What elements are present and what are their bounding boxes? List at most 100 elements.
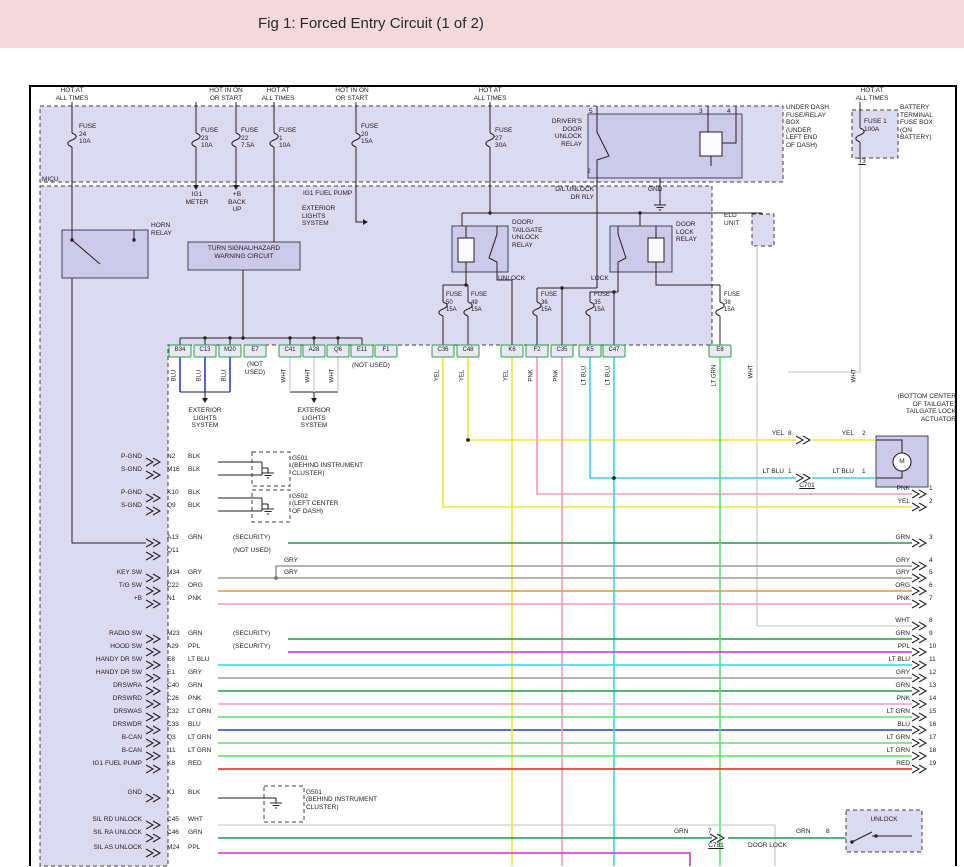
ground-icon xyxy=(270,798,282,808)
fuse-label: FUSE 22 7.5A xyxy=(241,127,258,150)
fuse-label: FUSE 35 15A xyxy=(594,292,610,315)
pin-id: M34 xyxy=(167,569,180,577)
row-label: RADIO SW xyxy=(54,630,142,638)
ground-location: (BEHIND INSTRUMENT CLUSTER) xyxy=(292,462,368,477)
exterior-lights-label: EXTERIOR LIGHTS SYSTEM xyxy=(302,205,344,228)
row-label: SIL AS UNLOCK xyxy=(54,844,142,852)
wire-color-label: LT BLU xyxy=(814,468,854,476)
edge-pin-number: 10 xyxy=(929,643,936,651)
edge-pin-number: 18 xyxy=(929,747,936,755)
ground-icon xyxy=(262,468,274,478)
relay-pin-number: 2 xyxy=(587,168,591,176)
edge-pin-number: 5 xyxy=(929,569,933,577)
fuse-label: FUSE 20 15A xyxy=(361,123,378,146)
edge-pin-number: 4 xyxy=(929,557,933,565)
row-label: SIL RD UNLOCK xyxy=(54,816,142,824)
wire-color-label: PNK xyxy=(870,695,910,703)
row-label: S-GND xyxy=(54,466,142,474)
wire-color-label: WHT xyxy=(282,356,289,396)
wire-color-label: GRY xyxy=(284,569,298,577)
pin-id: C32 xyxy=(167,708,179,716)
row-note: (SECURITY) xyxy=(233,630,270,638)
g502-box xyxy=(252,490,290,522)
wire-color-label: BLK xyxy=(188,453,200,461)
ig1-meter-label: IG1 METER xyxy=(184,191,210,206)
pin-id: E1 xyxy=(167,669,175,677)
fuse-label: FUSE 27 30A xyxy=(495,127,512,150)
lock-bus-label: LOCK xyxy=(591,275,609,283)
fuse-label: FUSE 1 10A xyxy=(279,127,296,150)
row-note: (SECURITY) xyxy=(233,643,270,651)
wire-color-label: WHT xyxy=(330,356,337,396)
row-label: GND xyxy=(54,789,142,797)
row-label: P-GND xyxy=(54,453,142,461)
wire-color-label: LT BLU xyxy=(744,468,784,476)
wire-color-label: GRN xyxy=(188,829,202,837)
t3-label: T3 xyxy=(856,158,868,166)
wire-color-label: PPL xyxy=(188,844,200,852)
pin-id: Q3 xyxy=(167,734,176,742)
wire-color-label: LT BLU xyxy=(606,356,613,396)
tailgate-actuator-label: (BOTTOM CENTER OF TAILGATE) TAILGATE LOC… xyxy=(850,393,956,423)
pin-id: C46 xyxy=(167,829,179,837)
connector-id: E8 xyxy=(709,347,731,354)
wire-color-label: BLK xyxy=(188,466,200,474)
pin-id: K10 xyxy=(167,489,179,497)
turn-signal-label: TURN SIGNAL/HAZARD WARNING CIRCUIT xyxy=(190,245,298,260)
arrow-down-icon xyxy=(311,398,317,403)
wire-color-label: LT GRN xyxy=(188,734,211,742)
edge-pin-number: 7 xyxy=(929,595,933,603)
wire-color-label: WHT xyxy=(188,816,203,824)
relay-pin-number: 4 xyxy=(727,108,731,116)
power-label: HOT IN ON OR START xyxy=(326,87,378,102)
coil-icon xyxy=(648,238,664,262)
wires-ltgrn xyxy=(218,357,912,866)
fuse-label: FUSE 50 15A xyxy=(446,292,462,315)
pin-id: C26 xyxy=(167,695,179,703)
g501-box xyxy=(252,452,290,486)
power-label: HOT IN ON OR START xyxy=(200,87,252,102)
pin-id: K8 xyxy=(167,760,175,768)
connector-id: C781 xyxy=(702,842,730,850)
gray-junction-dot xyxy=(274,576,278,580)
g501b-box xyxy=(264,786,304,822)
wire-color-label: YEL xyxy=(744,430,784,438)
wire-color-label: YEL xyxy=(435,356,442,396)
wire-color-label: GRN xyxy=(870,630,910,638)
relay-pin-number: 3 xyxy=(699,108,703,116)
wire-color-label: BLK xyxy=(188,789,200,797)
unlock-label: UNLOCK xyxy=(852,816,916,824)
wire-color-label: GRY xyxy=(188,569,202,577)
wire-color-label: PNK xyxy=(870,595,910,603)
row-label: HOOD SW xyxy=(54,643,142,651)
ig1-fuel-pump-label: IG1 FUEL PUMP xyxy=(303,190,352,198)
b-backup-label: +B BACK UP xyxy=(224,191,250,214)
wire-color-label: LT GRN xyxy=(870,708,910,716)
dl-unlock-dr-rly-label: D/L UNLOCK DR RLY xyxy=(544,186,594,201)
relay-pin-number: 5 xyxy=(589,108,593,116)
wire-color-label: WHT xyxy=(870,617,910,625)
battery-fuse-box-label: BATTERY TERMINAL FUSE BOX (ON BATTERY) xyxy=(900,104,956,142)
edge-pin-number: 3 xyxy=(929,534,933,542)
wire-color-label: GRY xyxy=(870,569,910,577)
connector-id: C48 xyxy=(457,347,479,354)
row-note: (SECURITY) xyxy=(233,534,270,542)
pin-id: C33 xyxy=(167,721,179,729)
row-label: KEY SW xyxy=(54,569,142,577)
connector-id: M20 xyxy=(219,347,241,354)
wire-color-label: LT BLU xyxy=(582,356,589,396)
connector-id: A28 xyxy=(303,347,325,354)
pin-number: 1 xyxy=(862,468,866,476)
under-dash-box-label: UNDER DASH FUSE/RELAY BOX (UNDER LEFT EN… xyxy=(786,104,848,149)
row-label: P-GND xyxy=(54,489,142,497)
horn-relay-box xyxy=(62,230,148,278)
wire-color-label: PNK xyxy=(554,356,561,396)
wire-color-label: BLK xyxy=(188,502,200,510)
edge-pin-number: 13 xyxy=(929,682,936,690)
row-label: DRSWDR xyxy=(54,721,142,729)
pin-id: N2 xyxy=(167,453,175,461)
ground-icon xyxy=(262,504,274,514)
wire-color-label: LT GRN xyxy=(188,708,211,716)
row-label: SIL RA UNLOCK xyxy=(54,829,142,837)
row-note: (NOT USED) xyxy=(233,547,271,555)
